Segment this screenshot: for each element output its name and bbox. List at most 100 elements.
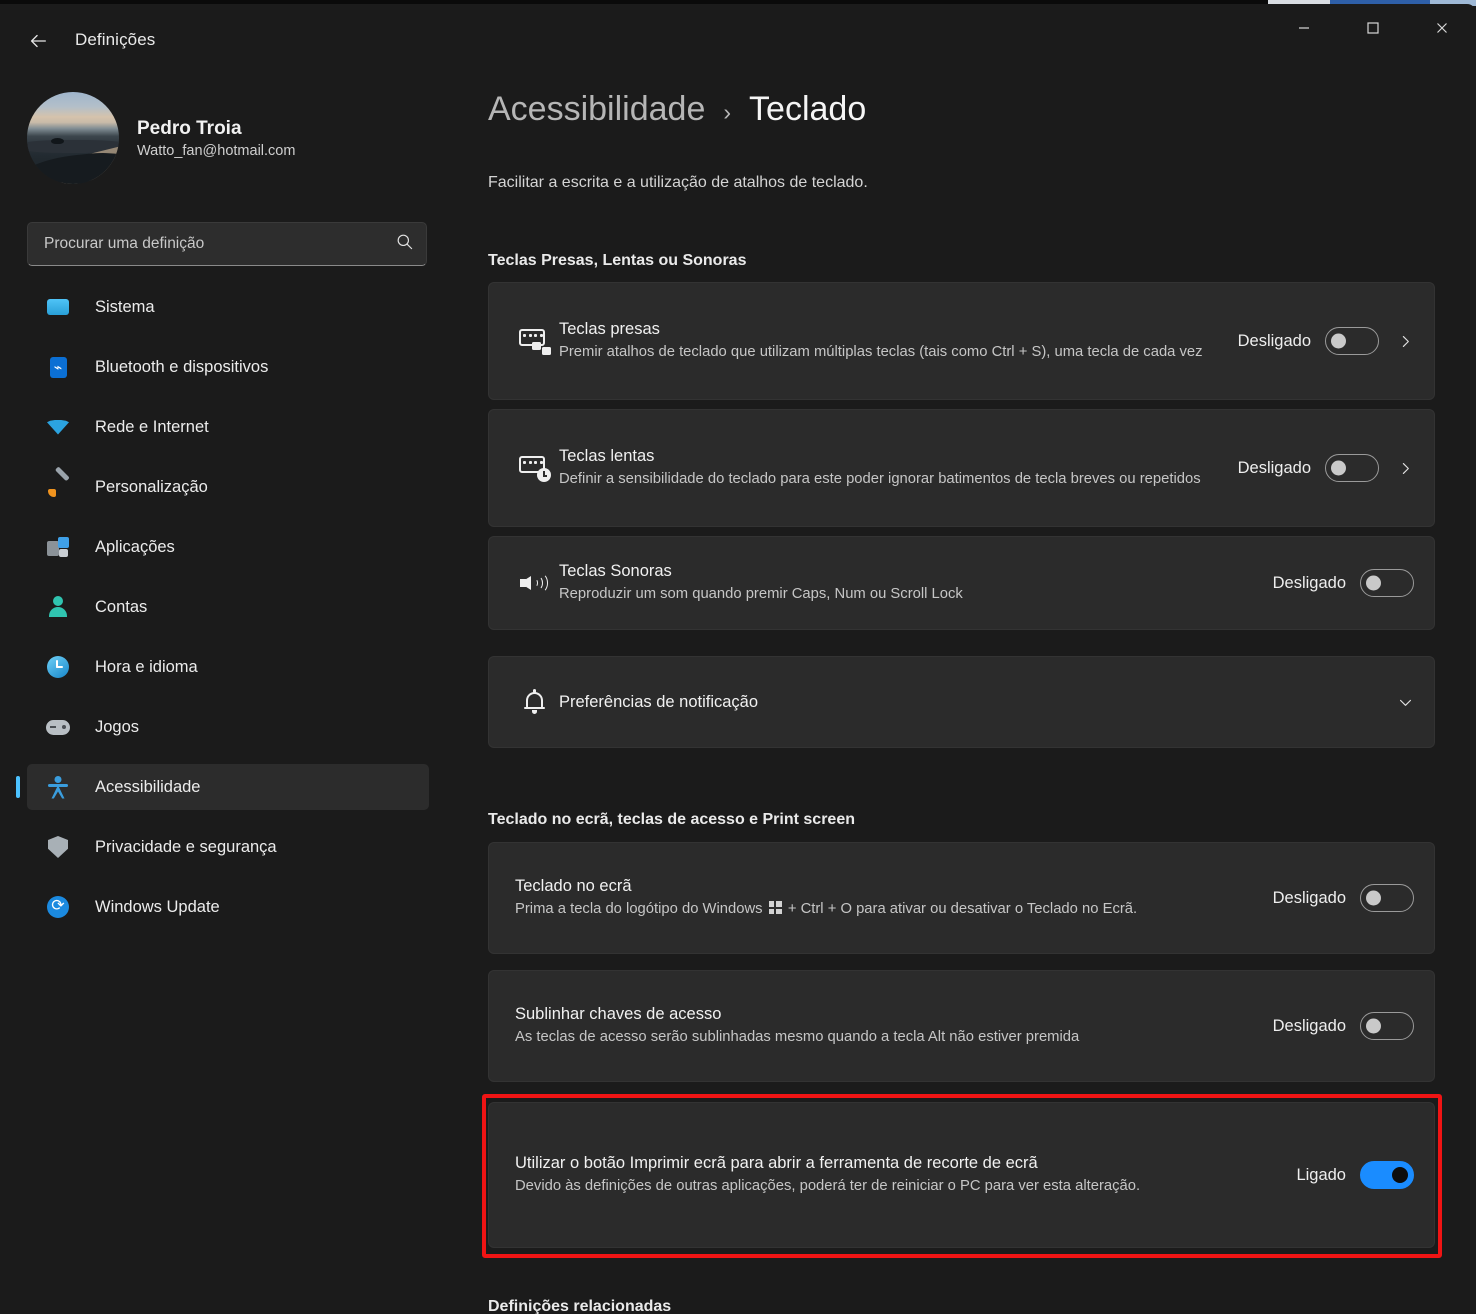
row-title: Utilizar o botão Imprimir ecrã para abri… (515, 1152, 1256, 1174)
bluetooth-icon: ⌁ (43, 355, 73, 379)
monitor-icon (43, 295, 73, 319)
row-teclas-presas[interactable]: Teclas presas Premir atalhos de teclado … (488, 282, 1435, 400)
avatar-boat (51, 138, 64, 144)
row-description-post: + Ctrl + O para ativar ou desativar o Te… (788, 901, 1137, 917)
sidebar-item-sistema[interactable]: Sistema (27, 284, 429, 330)
window-controls (1269, 4, 1476, 52)
sidebar-item-aplicacoes[interactable]: Aplicações (27, 524, 429, 570)
toggle-switch[interactable] (1360, 569, 1414, 597)
breadcrumb-parent[interactable]: Acessibilidade (488, 90, 705, 129)
sidebar-item-acessibilidade[interactable]: Acessibilidade (27, 764, 429, 810)
sidebar-item-label: Bluetooth e dispositivos (95, 358, 268, 377)
toggle-state-label: Desligado (1273, 574, 1346, 593)
row-teclas-sonoras[interactable]: Teclas Sonoras Reproduzir um som quando … (488, 536, 1435, 630)
sidebar-item-hora-idioma[interactable]: Hora e idioma (27, 644, 429, 690)
content-pane: Acessibilidade › Teclado Facilitar a esc… (460, 76, 1476, 1314)
breadcrumb: Acessibilidade › Teclado (488, 90, 866, 129)
sidebar-item-label: Jogos (95, 718, 139, 737)
toggle-state-label: Ligado (1296, 1166, 1346, 1185)
maximize-icon (1366, 21, 1380, 35)
row-texts: Utilizar o botão Imprimir ecrã para abri… (511, 1152, 1296, 1198)
back-button[interactable] (18, 22, 58, 60)
account-tile[interactable]: Pedro Troia Watto_fan@hotmail.com (27, 92, 295, 184)
row-controls (1379, 694, 1414, 711)
settings-window-root: Definições (0, 0, 1476, 1314)
row-controls: Desligado (1273, 1012, 1414, 1040)
paintbrush-icon (43, 475, 73, 499)
sidebar-item-privacidade[interactable]: Privacidade e segurança (27, 824, 429, 870)
toggle-state-label: Desligado (1273, 1017, 1346, 1036)
page-subtitle: Facilitar a escrita e a utilização de at… (488, 174, 868, 192)
row-preferencias-notificacao[interactable]: Preferências de notificação (488, 656, 1435, 748)
toggle-switch[interactable] (1325, 327, 1379, 355)
update-icon (43, 895, 73, 919)
row-description: Devido às definições de outras aplicaçõe… (515, 1176, 1256, 1197)
toggle-switch[interactable] (1360, 1012, 1414, 1040)
row-botao-imprimir-ecra[interactable]: Utilizar o botão Imprimir ecrã para abri… (488, 1102, 1435, 1248)
row-controls: Desligado (1273, 884, 1414, 912)
section-title-teclado-ecra: Teclado no ecrã, teclas de acesso e Prin… (488, 811, 855, 829)
account-name: Pedro Troia (137, 117, 295, 141)
person-icon (43, 595, 73, 619)
toggle-switch[interactable] (1360, 884, 1414, 912)
toggle-state-label: Desligado (1273, 889, 1346, 908)
sidebar-item-rede[interactable]: Rede e Internet (27, 404, 429, 450)
row-description-pre: Prima a tecla do logótipo do Windows (515, 901, 763, 917)
search-icon[interactable] (395, 232, 414, 256)
search-box[interactable] (27, 222, 427, 266)
sidebar-item-label: Personalização (95, 478, 208, 497)
section-title-definicoes-relacionadas: Definições relacionadas (488, 1298, 671, 1314)
search-input[interactable] (44, 235, 395, 253)
sidebar-item-windows-update[interactable]: Windows Update (27, 884, 429, 930)
search-container (27, 222, 427, 266)
row-controls: Ligado (1296, 1161, 1414, 1189)
page-title: Teclado (749, 90, 866, 129)
wifi-icon (43, 415, 73, 439)
row-description: Prima a tecla do logótipo do Windows + C… (515, 899, 1257, 920)
chevron-right-icon[interactable] (1397, 333, 1414, 350)
title-bar: Definições (0, 4, 1476, 76)
sidebar-item-bluetooth[interactable]: ⌁ Bluetooth e dispositivos (27, 344, 429, 390)
windows-logo-key-icon (769, 901, 782, 914)
row-controls: Desligado (1273, 569, 1414, 597)
row-texts: Teclas lentas Definir a sensibilidade do… (559, 445, 1238, 491)
back-arrow-icon (27, 30, 49, 52)
section-title-teclas: Teclas Presas, Lentas ou Sonoras (488, 252, 746, 270)
toggle-switch[interactable] (1360, 1161, 1414, 1189)
maximize-button[interactable] (1338, 4, 1407, 52)
toggle-state-label: Desligado (1238, 332, 1311, 351)
sticky-keys-keyboard-icon (511, 327, 559, 355)
sidebar-item-contas[interactable]: Contas (27, 584, 429, 630)
navigation-list: Sistema ⌁ Bluetooth e dispositivos Rede … (27, 284, 429, 944)
row-teclado-no-ecra[interactable]: Teclado no ecrã Prima a tecla do logótip… (488, 842, 1435, 954)
close-icon (1435, 21, 1449, 35)
row-controls: Desligado (1238, 327, 1414, 355)
minimize-button[interactable] (1269, 4, 1338, 52)
chevron-right-icon[interactable] (1397, 460, 1414, 477)
app-title: Definições (75, 30, 155, 50)
sidebar-item-label: Privacidade e segurança (95, 838, 277, 857)
row-title: Teclado no ecrã (515, 875, 1257, 897)
row-texts: Preferências de notificação (559, 691, 1379, 713)
gamepad-icon (43, 715, 73, 739)
minimize-icon (1297, 21, 1311, 35)
row-description: Premir atalhos de teclado que utilizam m… (559, 342, 1222, 363)
sidebar-item-jogos[interactable]: Jogos (27, 704, 429, 750)
chevron-down-icon[interactable] (1397, 694, 1414, 711)
row-description: As teclas de acesso serão sublinhadas me… (515, 1027, 1257, 1048)
sidebar-item-label: Aplicações (95, 538, 175, 557)
toggle-state-label: Desligado (1238, 459, 1311, 478)
row-sublinhar-chaves-acesso[interactable]: Sublinhar chaves de acesso As teclas de … (488, 970, 1435, 1082)
settings-window: Definições (0, 4, 1476, 1314)
apps-icon (43, 535, 73, 559)
row-title: Teclas Sonoras (559, 560, 1257, 582)
row-description: Definir a sensibilidade do teclado para … (559, 469, 1222, 490)
sidebar-item-personalizacao[interactable]: Personalização (27, 464, 429, 510)
row-teclas-lentas[interactable]: Teclas lentas Definir a sensibilidade do… (488, 409, 1435, 527)
toggle-switch[interactable] (1325, 454, 1379, 482)
close-button[interactable] (1407, 4, 1476, 52)
sidebar-item-label: Hora e idioma (95, 658, 198, 677)
avatar (27, 92, 119, 184)
row-controls: Desligado (1238, 454, 1414, 482)
row-title: Teclas presas (559, 318, 1222, 340)
